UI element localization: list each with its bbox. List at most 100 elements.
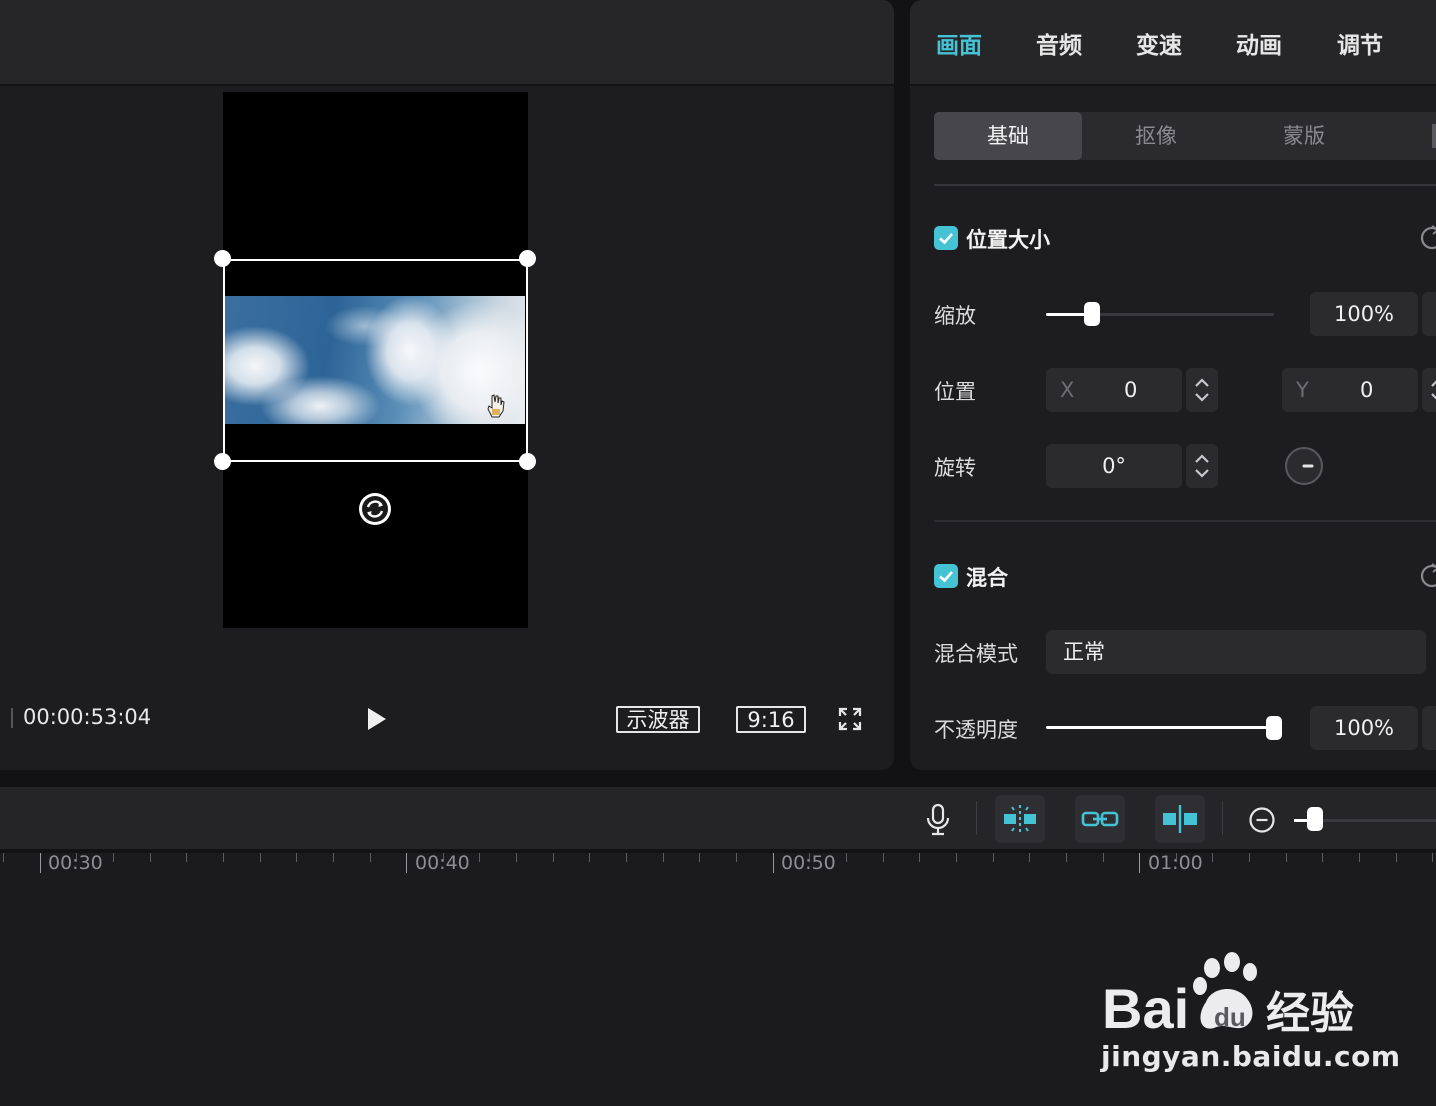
opacity-label: 不透明度 [934, 718, 1018, 742]
ruler-tick [1359, 853, 1360, 862]
opacity-slider-knob[interactable] [1266, 716, 1282, 740]
position-x-field[interactable]: X 0 [1046, 368, 1182, 412]
subtab-basic[interactable]: 基础 [934, 112, 1082, 160]
scale-slider-knob[interactable] [1083, 302, 1100, 326]
ruler-tick [626, 853, 627, 862]
subtab-cutout[interactable]: 抠像 [1082, 112, 1230, 160]
tab-adjust[interactable]: 调节 [1337, 26, 1383, 60]
scale-value-field[interactable]: 100% [1310, 292, 1418, 336]
timeline-ruler[interactable] [0, 853, 1436, 883]
ruler-tick [663, 853, 664, 862]
subtab-bar: 基础 抠像 蒙版 [934, 112, 1436, 160]
ruler-tick [553, 853, 554, 862]
opacity-value-field[interactable]: 100% [1310, 706, 1418, 750]
subtab-mask[interactable]: 蒙版 [1230, 112, 1378, 160]
rotation-label: 旋转 [934, 456, 976, 480]
aspect-ratio-button[interactable]: 9:16 [736, 706, 806, 733]
y-value: 0 [1360, 378, 1374, 402]
snap-icon [1004, 805, 1036, 833]
toolbar-separator [1222, 801, 1223, 835]
blend-title: 混合 [966, 566, 1008, 590]
blend-checkbox[interactable] [934, 564, 958, 588]
ruler-tick [1103, 853, 1104, 862]
ruler-tick [3, 853, 4, 862]
split-icon [1163, 805, 1197, 833]
ruler-tick [1396, 853, 1397, 862]
scope-button[interactable]: 示波器 [616, 706, 700, 733]
ruler-tick [1139, 853, 1140, 873]
ruler-label: 00:50 [781, 852, 836, 874]
play-icon [368, 708, 386, 730]
position-label: 位置 [934, 380, 976, 404]
position-y-field[interactable]: Y 0 [1282, 368, 1418, 412]
scale-label: 缩放 [934, 304, 976, 328]
ruler-tick [1249, 853, 1250, 862]
link-icon [1081, 811, 1119, 827]
ruler-label: 01:00 [1148, 852, 1203, 874]
resize-handle-bottom-left[interactable] [214, 453, 231, 470]
ruler-tick [186, 853, 187, 862]
ruler-tick [846, 853, 847, 862]
position-x-stepper[interactable] [1186, 368, 1218, 412]
ruler-tick [1322, 853, 1323, 862]
ruler-label: 00:40 [415, 852, 470, 874]
opacity-slider-fill [1046, 726, 1274, 729]
ruler-tick [1212, 853, 1213, 862]
zoom-slider-knob[interactable] [1307, 807, 1324, 831]
resize-handle-top-right[interactable] [519, 250, 536, 267]
current-timecode: 00:00:53:04 [23, 705, 152, 729]
svg-text:du: du [1214, 1002, 1246, 1032]
checkmark-icon [939, 571, 953, 583]
player-header [0, 0, 894, 86]
ruler-tick [333, 853, 334, 862]
microphone-icon[interactable] [924, 803, 952, 841]
ruler-tick [150, 853, 151, 862]
position-y-stepper[interactable] [1422, 368, 1436, 412]
stepper-arrows-icon [1195, 378, 1209, 402]
reset-position-icon[interactable] [1418, 224, 1436, 256]
link-button[interactable] [1075, 795, 1125, 843]
play-button[interactable] [366, 707, 388, 735]
scale-slider-track[interactable] [1046, 313, 1274, 316]
ruler-tick [699, 853, 700, 862]
ruler-tick [1029, 853, 1030, 862]
ruler-tick [370, 853, 371, 862]
opacity-stepper[interactable] [1422, 706, 1436, 750]
position-size-checkbox[interactable] [934, 226, 958, 250]
ruler-tick [589, 853, 590, 862]
ruler-tick [736, 853, 737, 862]
baidu-jingyan-logo: Bai du 经验 [1100, 950, 1360, 1044]
blend-mode-select[interactable]: 正常 [1046, 630, 1426, 674]
blend-mode-label: 混合模式 [934, 642, 1018, 666]
ruler-tick [260, 853, 261, 862]
reset-blend-icon[interactable] [1418, 562, 1436, 594]
ruler-label: 00:30 [48, 852, 103, 874]
rotation-value-field[interactable]: 0° [1046, 444, 1182, 488]
timeline-toolbar [0, 787, 1436, 851]
tab-animation[interactable]: 动画 [1236, 26, 1282, 60]
scale-stepper[interactable] [1422, 292, 1436, 336]
resize-handle-top-left[interactable] [214, 250, 231, 267]
zoom-out-icon[interactable] [1248, 806, 1276, 838]
checkmark-icon [939, 233, 953, 245]
brand-cn: 经验 [1266, 988, 1354, 1039]
tab-picture[interactable]: 画面 [936, 26, 982, 60]
selection-box[interactable] [223, 259, 528, 462]
tab-speed[interactable]: 变速 [1136, 26, 1182, 60]
fullscreen-icon[interactable] [838, 707, 862, 735]
panel-tabs: 画面 音频 变速 动画 调节 [910, 0, 1436, 86]
watermark-url: jingyan.baidu.com [1101, 1040, 1401, 1073]
rotation-dial-icon[interactable] [1284, 446, 1324, 490]
split-button[interactable] [1155, 795, 1205, 843]
hand-cursor-icon [486, 393, 506, 423]
tab-audio[interactable]: 音频 [1036, 26, 1082, 60]
ruler-tick [1432, 853, 1433, 862]
rotate-handle-icon[interactable] [359, 493, 391, 525]
ruler-tick [919, 853, 920, 862]
subtab-overflow [1432, 124, 1436, 148]
snap-button[interactable] [995, 795, 1045, 843]
resize-handle-bottom-right[interactable] [519, 453, 536, 470]
rotation-stepper[interactable] [1186, 444, 1218, 488]
opacity-slider-track[interactable] [1046, 726, 1274, 729]
ruler-tick [406, 853, 407, 873]
